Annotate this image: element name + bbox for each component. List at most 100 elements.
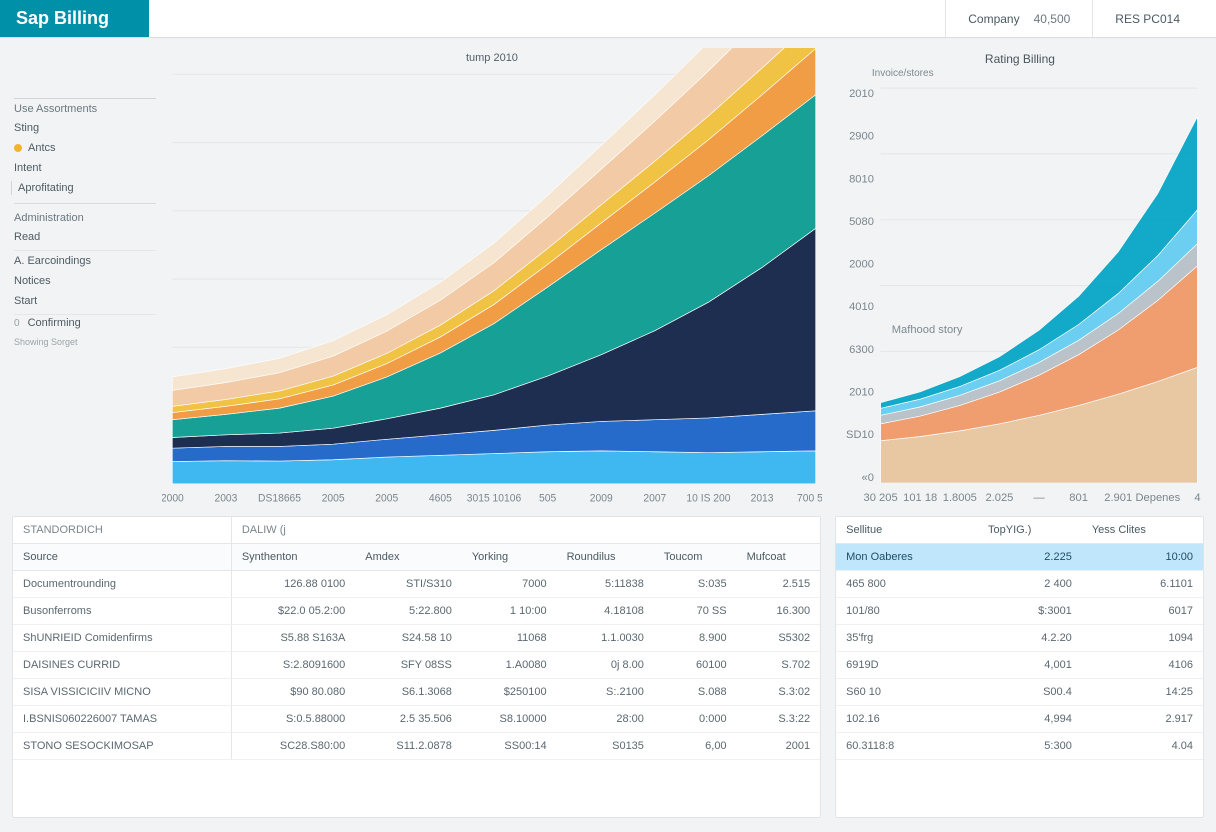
svg-text:3015 10106: 3015 10106	[467, 492, 522, 504]
table-row[interactable]: 465 8002 4006.1101	[836, 570, 1203, 597]
cell: 2001	[737, 732, 821, 759]
svg-text:4605: 4605	[429, 492, 452, 504]
svg-text:4010: 4010	[849, 301, 874, 313]
col-header[interactable]: Source	[13, 543, 231, 570]
legend-item-sting[interactable]: Sting	[14, 121, 156, 135]
svg-text:2013: 2013	[751, 492, 774, 504]
col-header[interactable]: Toucom	[654, 543, 737, 570]
super-right: DALIW (j	[231, 517, 820, 544]
cell: 4.2.20	[978, 624, 1082, 651]
main-table-el: STANDORDICH DALIW (j SourceSynthentonAmd…	[13, 517, 820, 760]
cell: 5:300	[978, 732, 1082, 759]
col-header[interactable]: Roundilus	[557, 543, 654, 570]
cell: 14:25	[1082, 678, 1203, 705]
table-row[interactable]: 101/80$:30016017	[836, 597, 1203, 624]
metric-company[interactable]: Company 40,500	[945, 0, 1092, 37]
col-header[interactable]: Synthenton	[231, 543, 355, 570]
legend-item-read[interactable]: Read	[14, 230, 156, 244]
legend-item-branch[interactable]: Aprofitating	[11, 181, 156, 195]
table-row[interactable]: 60.3118:85:3004.04	[836, 732, 1203, 759]
cell: 5:11838	[557, 570, 654, 597]
table-row[interactable]: Busonferroms$22.0 05.2:005:22.8001 10:00…	[13, 597, 820, 624]
svg-text:Mafhood story: Mafhood story	[892, 324, 963, 336]
table-row[interactable]: DAISINES CURRIDS:2.8091600SFY 08SS1.A008…	[13, 651, 820, 678]
cell: 2.917	[1082, 705, 1203, 732]
cell: 6919D	[836, 651, 978, 678]
cell: $:3001	[978, 597, 1082, 624]
cell: 60100	[654, 651, 737, 678]
legend-item-notices[interactable]: Notices	[14, 274, 156, 288]
legend-item-earcoindings[interactable]: A. Earcoindings	[14, 250, 156, 268]
cell: STONO SESOCKIMOSAP	[13, 732, 231, 759]
legend-item-intent[interactable]: Intent	[14, 161, 156, 175]
table-row[interactable]: ShUNRIEID ComidenfirmsS5.88 S163AS24.58 …	[13, 624, 820, 651]
main-chart-svg: 20002003DS186652005200546053015 10106505…	[162, 48, 822, 508]
col-header[interactable]: Yess Clites	[1082, 517, 1203, 544]
col-header[interactable]: Amdex	[355, 543, 462, 570]
cell: 28:00	[557, 705, 654, 732]
cell: 1094	[1082, 624, 1203, 651]
col-header[interactable]: Mufcoat	[737, 543, 821, 570]
table-row[interactable]: 102.164,9942.917	[836, 705, 1203, 732]
cell: 60.3118:8	[836, 732, 978, 759]
table-row[interactable]: Documentrounding126.88 0100STI/S31070005…	[13, 570, 820, 597]
cell: 6017	[1082, 597, 1203, 624]
svg-text:«0: «0	[861, 472, 873, 484]
cell: S:2.8091600	[231, 651, 355, 678]
cell: S00.4	[978, 678, 1082, 705]
col-header[interactable]: TopYIG.)	[978, 517, 1082, 544]
cell: 8.900	[654, 624, 737, 651]
legend-item-start[interactable]: Start	[14, 294, 156, 308]
table-row-highlight[interactable]: Mon Oaberes2.22510:00	[836, 543, 1203, 570]
svg-text:10 IS 200: 10 IS 200	[686, 492, 730, 504]
col-header[interactable]: Yorking	[462, 543, 557, 570]
svg-text:1.8005: 1.8005	[943, 492, 977, 504]
table-row[interactable]: 6919D4,0014106	[836, 651, 1203, 678]
cell: 7000	[462, 570, 557, 597]
metric-value: 40,500	[1034, 12, 1071, 26]
cell: 10:00	[1082, 543, 1203, 570]
svg-text:2010: 2010	[849, 386, 874, 398]
cell: S:0.5.88000	[231, 705, 355, 732]
svg-text:2003: 2003	[214, 492, 237, 504]
cell: $90 80.080	[231, 678, 355, 705]
side-table-el: SellitueTopYIG.)Yess Clites Mon Oaberes2…	[836, 517, 1203, 760]
svg-text:2.901: 2.901	[1104, 492, 1132, 504]
svg-text:505: 505	[539, 492, 556, 504]
table-row[interactable]: S60 10S00.414:25	[836, 678, 1203, 705]
table-row[interactable]: STONO SESOCKIMOSAPSC28.S80:00S11.2.0878S…	[13, 732, 820, 759]
col-header[interactable]: Sellitue	[836, 517, 978, 544]
cell: Mon Oaberes	[836, 543, 978, 570]
cell: 1.A0080	[462, 651, 557, 678]
cell: 16.300	[737, 597, 821, 624]
header-spacer	[149, 0, 945, 37]
legend-group-2: Administration	[14, 212, 156, 224]
svg-text:2900: 2900	[849, 131, 874, 143]
side-chart-svg: 30 205101 181.80052.025—8012.901Depenes4…	[836, 79, 1204, 508]
cell: S.088	[654, 678, 737, 705]
cell: 70 SS	[654, 597, 737, 624]
cell: Busonferroms	[13, 597, 231, 624]
table-header-row: SellitueTopYIG.)Yess Clites	[836, 517, 1203, 544]
cell: S5.88 S163A	[231, 624, 355, 651]
legend-item-antcs[interactable]: Antcs	[14, 141, 156, 155]
cell: STI/S310	[355, 570, 462, 597]
cell: $22.0 05.2:00	[231, 597, 355, 624]
table-row[interactable]: 35'frg4.2.201094	[836, 624, 1203, 651]
svg-text:2005: 2005	[322, 492, 345, 504]
svg-text:—: —	[1033, 492, 1045, 504]
table-row[interactable]: I.BSNIS060226007 TAMASS:0.5.880002.5 35.…	[13, 705, 820, 732]
svg-text:101 18: 101 18	[903, 492, 937, 504]
cell: 5:22.800	[355, 597, 462, 624]
main-chart: tump 2010 20002003DS18665200520054605301…	[162, 48, 822, 508]
main-table: STANDORDICH DALIW (j SourceSynthentonAmd…	[12, 516, 821, 818]
cell: S6.1.3068	[355, 678, 462, 705]
cell: S0135	[557, 732, 654, 759]
cell: 1 10:00	[462, 597, 557, 624]
cell: 101/80	[836, 597, 978, 624]
table-row[interactable]: SISA VISSICICIIV MICNO$90 80.080S6.1.306…	[13, 678, 820, 705]
metric-res[interactable]: RES PC014	[1092, 0, 1216, 37]
cell: 11068	[462, 624, 557, 651]
table-superheader: STANDORDICH DALIW (j	[13, 517, 820, 544]
charts-row: Use Assortments Sting Antcs Intent Aprof…	[12, 48, 1204, 508]
